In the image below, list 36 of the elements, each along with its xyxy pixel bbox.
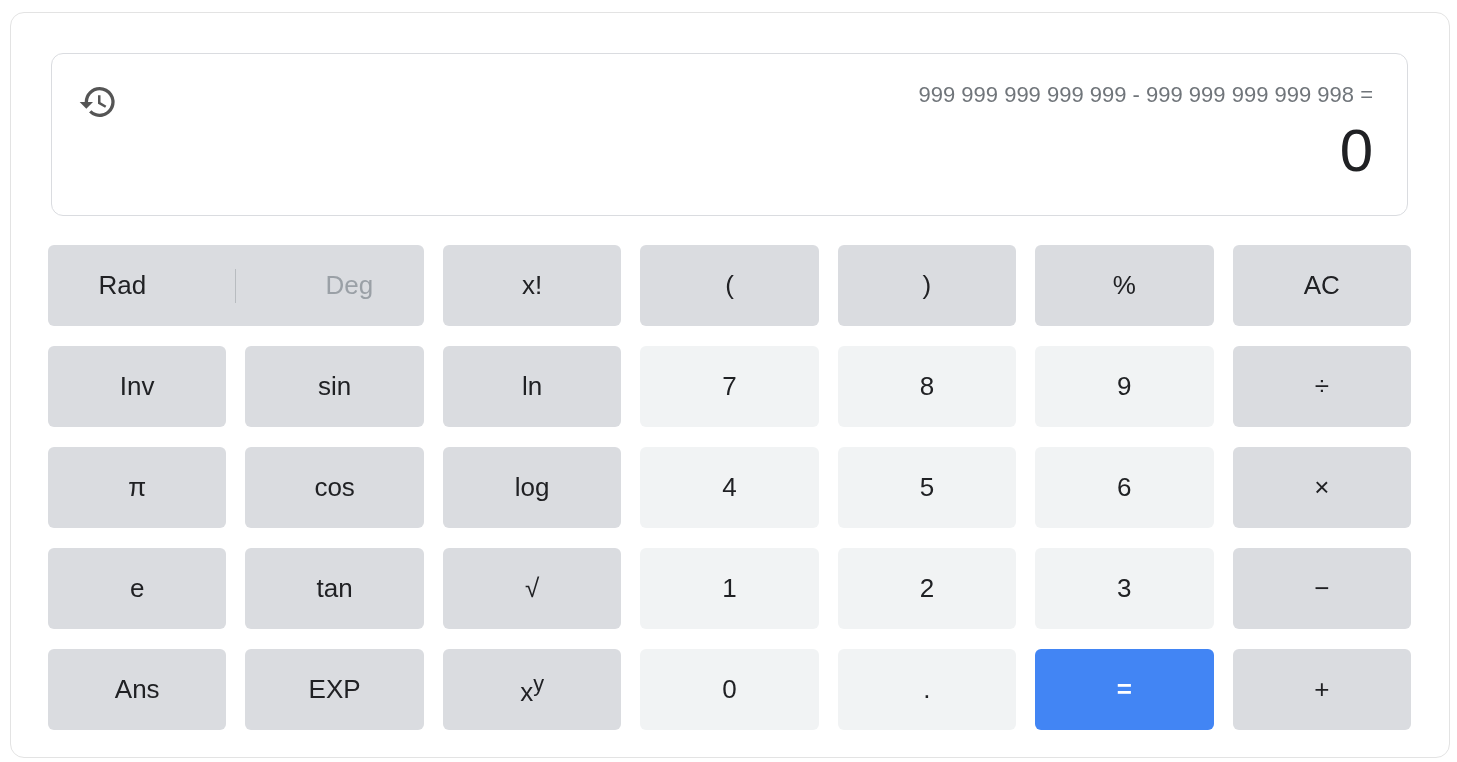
- calculator-key[interactable]: (: [640, 245, 819, 326]
- result-text: 0: [1339, 116, 1373, 185]
- calculator-key[interactable]: sin: [245, 346, 424, 427]
- calculator-key[interactable]: 1: [640, 548, 819, 629]
- calculator-key[interactable]: 3: [1035, 548, 1214, 629]
- calculator-key[interactable]: ÷: [1232, 346, 1411, 427]
- calculator-key[interactable]: log: [442, 447, 622, 528]
- calculator-key[interactable]: 9: [1035, 346, 1214, 427]
- calculator-key[interactable]: ): [837, 245, 1017, 326]
- calculator-key[interactable]: −: [1232, 548, 1411, 629]
- calculator-key[interactable]: 6: [1035, 447, 1214, 528]
- calculator-key[interactable]: 4: [640, 447, 819, 528]
- calculator-key[interactable]: Inv: [48, 346, 227, 427]
- calculator-key[interactable]: .: [837, 649, 1017, 730]
- calculator-key[interactable]: 2: [837, 548, 1017, 629]
- calculator-key[interactable]: +: [1232, 649, 1411, 730]
- calculator-key[interactable]: Ans: [48, 649, 227, 730]
- expression-text: 999 999 999 999 999 - 999 999 999 999 998 =: [918, 82, 1373, 108]
- calculator-key[interactable]: tan: [245, 548, 424, 629]
- calculator-key[interactable]: 7: [640, 346, 819, 427]
- calculator-key[interactable]: π: [48, 447, 227, 528]
- calculator-key[interactable]: 0: [640, 649, 819, 730]
- calculator-key[interactable]: x$^{y}$: [442, 649, 622, 730]
- calculator-key[interactable]: ×: [1232, 447, 1411, 528]
- calculator-key[interactable]: =: [1035, 649, 1214, 730]
- calculator-key[interactable]: e: [48, 548, 227, 629]
- calculator-key[interactable]: √: [442, 548, 622, 629]
- calculator-key[interactable]: EXP: [245, 649, 424, 730]
- calculator-key[interactable]: AC: [1232, 245, 1411, 326]
- calculator-key[interactable]: x!: [442, 245, 622, 326]
- calculator-key[interactable]: 8: [837, 346, 1017, 427]
- calculator-key[interactable]: 5: [837, 447, 1017, 528]
- calculator-key[interactable]: %: [1035, 245, 1214, 326]
- calculator-key[interactable]: ln: [442, 346, 622, 427]
- calculator-key[interactable]: cos: [245, 447, 424, 528]
- angle-mode-option[interactable]: Rad: [86, 266, 159, 305]
